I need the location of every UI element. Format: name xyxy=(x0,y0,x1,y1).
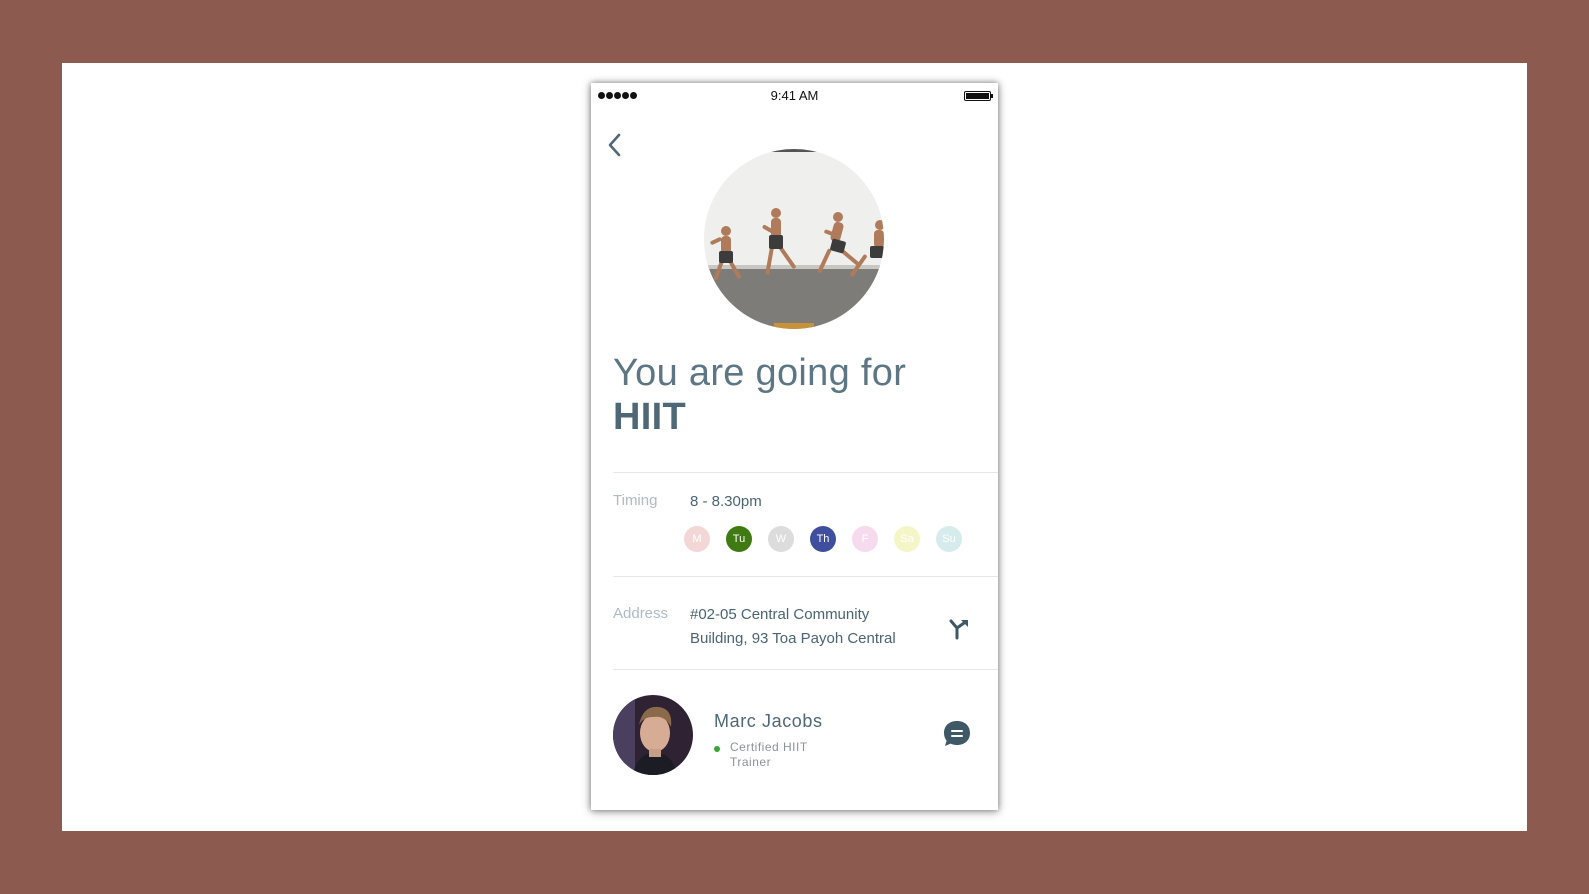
title-activity: HIIT xyxy=(613,396,686,438)
battery-icon xyxy=(964,91,993,101)
day-selector: M Tu W Th F Sa Su xyxy=(684,526,962,552)
timing-value: 8 - 8.30pm xyxy=(690,493,762,510)
chat-icon xyxy=(944,721,970,746)
status-time: 9:41 AM xyxy=(770,88,819,103)
status-bar: 9:41 AM xyxy=(591,83,998,109)
day-chip-wednesday[interactable]: W xyxy=(768,526,794,552)
hero-photo xyxy=(704,149,884,329)
trainer-role: Certified HIIT Trainer xyxy=(730,740,808,769)
chat-button[interactable] xyxy=(942,719,972,749)
day-chip-monday[interactable]: M xyxy=(684,526,710,552)
day-chip-tuesday[interactable]: Tu xyxy=(726,526,752,552)
day-chip-sunday[interactable]: Su xyxy=(936,526,962,552)
address-line-1: #02-05 Central Community xyxy=(690,606,870,623)
address-line-2: Building, 93 Toa Payoh Central xyxy=(690,630,896,647)
divider xyxy=(613,472,998,473)
avatar[interactable] xyxy=(613,695,693,775)
directions-button[interactable] xyxy=(946,616,972,642)
address-label: Address xyxy=(613,605,669,622)
online-status-dot xyxy=(714,746,720,752)
day-chip-saturday[interactable]: Sa xyxy=(894,526,920,552)
directions-icon xyxy=(949,619,968,640)
divider xyxy=(613,576,998,577)
phone-screen: 9:41 AM You are going for HIIT Timing 8 … xyxy=(591,83,998,810)
timing-label: Timing xyxy=(613,492,658,509)
page-title: You are going for HIIT xyxy=(613,351,973,439)
divider xyxy=(613,669,998,670)
chevron-left-icon xyxy=(608,133,621,157)
back-button[interactable] xyxy=(605,131,627,159)
day-chip-thursday[interactable]: Th xyxy=(810,526,836,552)
title-prefix: You are going for xyxy=(613,352,907,394)
trainer-name: Marc Jacobs xyxy=(714,711,823,731)
day-chip-friday[interactable]: F xyxy=(852,526,878,552)
